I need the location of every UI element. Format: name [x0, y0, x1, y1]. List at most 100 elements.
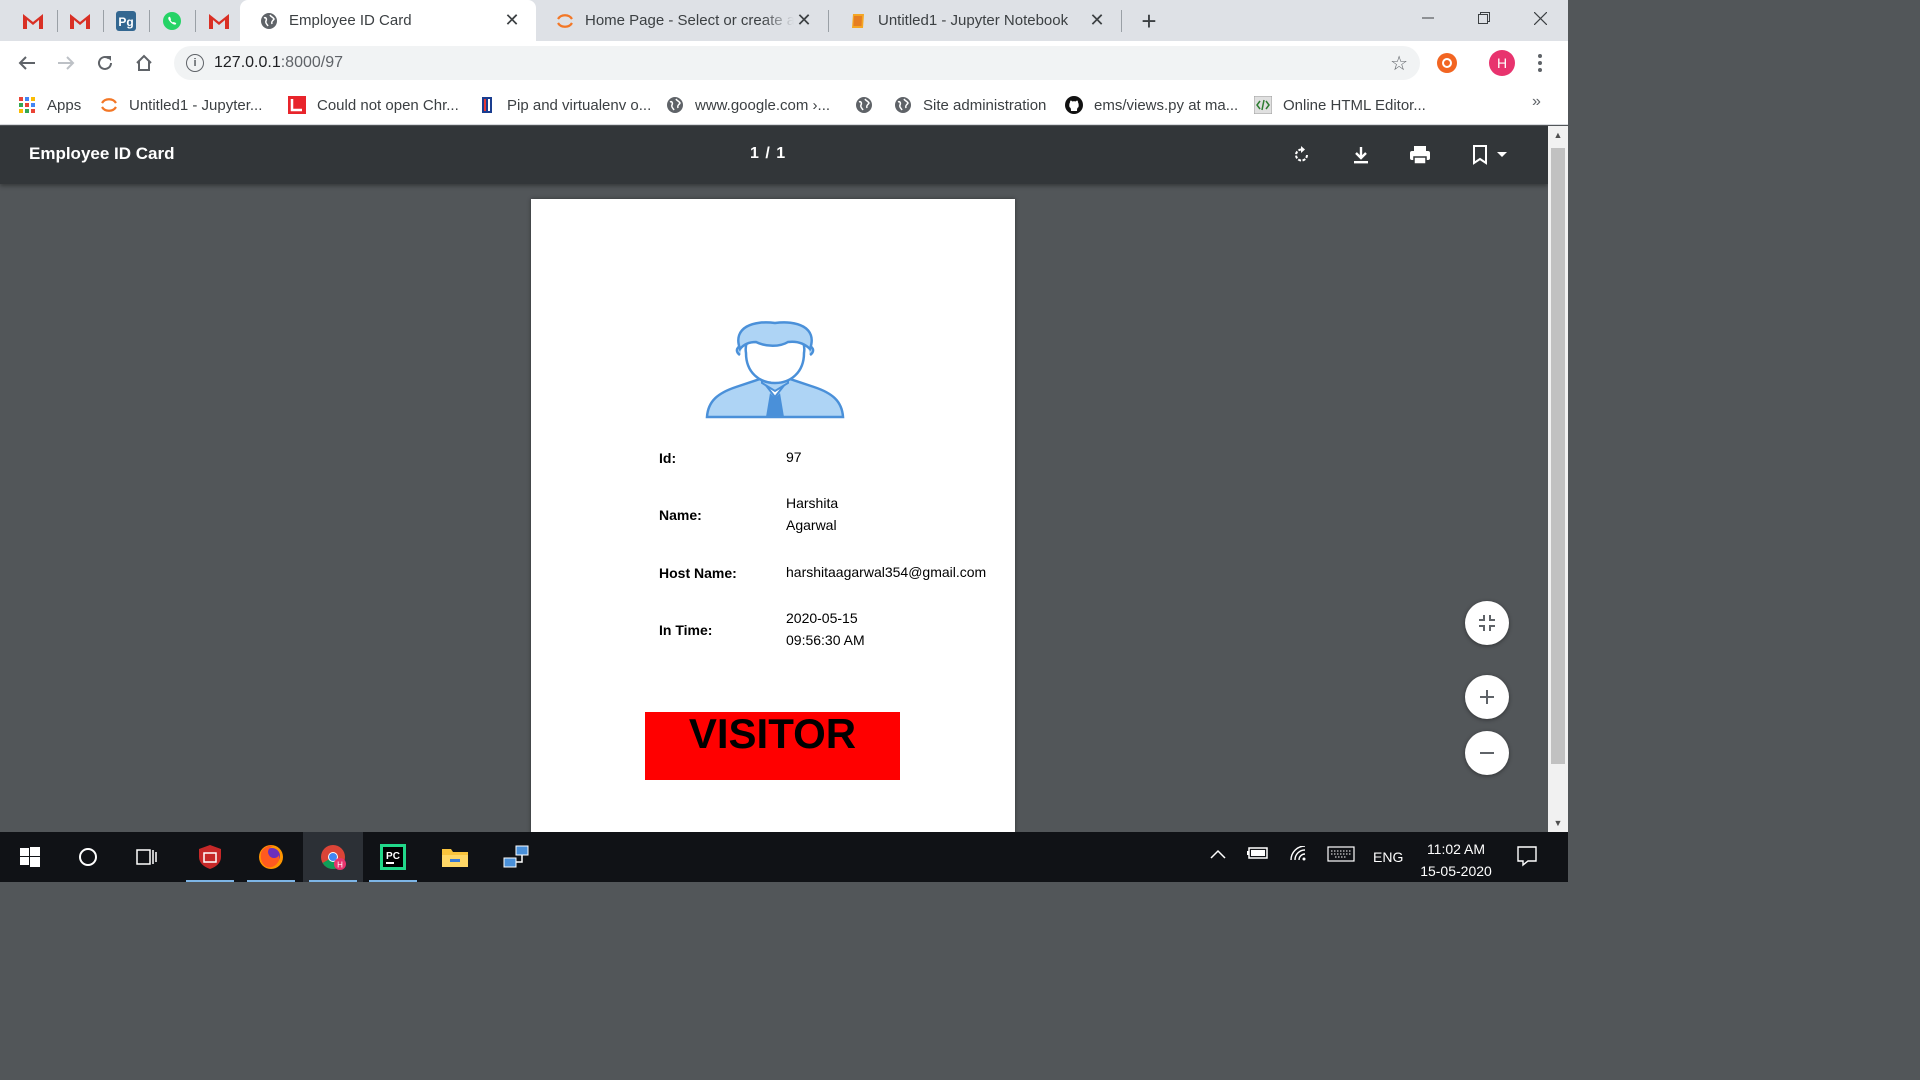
zoom-in-button[interactable]: [1465, 675, 1509, 719]
fit-to-page-button[interactable]: [1465, 601, 1509, 645]
bookmark-label: Untitled1 - Jupyter...: [129, 96, 263, 114]
bookmark-ems-views[interactable]: ems/views.py at ma...: [1065, 93, 1238, 117]
windows-logo-icon: [20, 847, 40, 867]
pinned-tab-gmail-1[interactable]: [10, 6, 56, 36]
chevron-up-icon: [1210, 849, 1226, 859]
bookmark-apps[interactable]: Apps: [18, 93, 81, 117]
print-button[interactable]: [1405, 140, 1435, 170]
bookmark-pip-virtualenv[interactable]: Pip and virtualenv o...: [478, 93, 651, 117]
cortana-circle-icon: [79, 848, 97, 866]
svg-text:H: H: [337, 861, 343, 870]
vertical-scrollbar[interactable]: ▲ ▼: [1548, 126, 1568, 832]
clock-time: 11:02 AM: [1426, 841, 1486, 857]
windows-taskbar: H PC ENG 11:02 AM 15-05-2020: [0, 832, 1568, 882]
taskbar-app-chrome[interactable]: H: [303, 832, 363, 882]
html-editor-icon: [1254, 96, 1272, 114]
pinned-tab-pgadmin[interactable]: Pg: [103, 6, 149, 36]
address-bar[interactable]: i 127.0.0.1:8000/97 ☆: [174, 46, 1420, 80]
visitor-badge-text: VISITOR: [688, 710, 857, 757]
extension-icon[interactable]: [1437, 53, 1457, 73]
close-tab-icon[interactable]: ✕: [502, 10, 522, 31]
tab-employee-id-card[interactable]: Employee ID Card ✕: [240, 0, 536, 41]
pinned-tab-whatsapp[interactable]: [149, 6, 195, 36]
search-button[interactable]: [58, 832, 118, 882]
battery-icon[interactable]: [1247, 846, 1269, 863]
minimize-icon: [1422, 17, 1434, 19]
pinned-tab-gmail-2[interactable]: [57, 6, 103, 36]
taskbar-app-firefox[interactable]: [241, 832, 301, 882]
bookmark-html-editor[interactable]: Online HTML Editor...: [1254, 93, 1426, 117]
wifi-icon[interactable]: [1289, 845, 1309, 865]
bookmark-label: ems/views.py at ma...: [1094, 96, 1239, 114]
keyboard-icon[interactable]: [1327, 846, 1355, 865]
bookmark-red-icon: [288, 96, 306, 114]
rotate-icon: [1295, 146, 1308, 162]
shield-icon: [199, 845, 221, 869]
bookmark-icon: [1473, 145, 1487, 165]
bookmark-site-administration[interactable]: Site administration: [894, 93, 1046, 117]
bookmark-label: www.google.com ›...: [695, 96, 831, 114]
clock-date: 15-05-2020: [1420, 863, 1492, 879]
taskbar-app-network[interactable]: [486, 832, 546, 882]
in-time-label: In Time:: [659, 622, 713, 638]
show-hidden-icons[interactable]: [1210, 846, 1226, 862]
close-tab-icon[interactable]: ✕: [794, 10, 814, 31]
name-first: Harshita: [786, 495, 839, 511]
task-view-button[interactable]: [117, 832, 177, 882]
github-icon: [1065, 96, 1083, 114]
bookmark-menu-button[interactable]: [1465, 140, 1515, 170]
bookmark-globe[interactable]: [855, 93, 884, 117]
back-button[interactable]: [12, 48, 42, 78]
taskbar-app-file-explorer[interactable]: [425, 832, 485, 882]
url-text: 127.0.0.1:8000/97: [214, 54, 344, 71]
tab-title: Employee ID Card: [289, 12, 412, 29]
whatsapp-icon: [163, 12, 181, 30]
close-icon: [1533, 11, 1547, 25]
new-tab-button[interactable]: +: [1134, 6, 1164, 36]
network-icon: [503, 845, 529, 868]
download-button[interactable]: [1346, 140, 1376, 170]
scroll-up-icon[interactable]: ▲: [1553, 130, 1563, 140]
id-value: 97: [786, 449, 802, 465]
fit-page-icon: [1479, 615, 1495, 631]
name-last: Agarwal: [786, 517, 837, 533]
system-clock[interactable]: 11:02 AM 15-05-2020: [1410, 838, 1502, 882]
bookmark-could-not-open[interactable]: Could not open Chr...: [288, 93, 459, 117]
taskbar-app-antivirus[interactable]: [180, 832, 240, 882]
bookmark-jupyter[interactable]: Untitled1 - Jupyter...: [100, 93, 262, 117]
taskbar-app-pycharm[interactable]: PC: [363, 832, 423, 882]
browser-menu-icon[interactable]: [1532, 51, 1548, 75]
minus-icon: [1480, 752, 1494, 754]
zoom-out-button[interactable]: [1465, 731, 1509, 775]
home-icon: [136, 54, 152, 71]
more-bookmarks-chevron-icon[interactable]: »: [1532, 93, 1541, 111]
tab-jupyter-notebook[interactable]: Untitled1 - Jupyter Notebook ✕: [829, 0, 1121, 41]
rotate-button[interactable]: [1287, 140, 1317, 170]
pinned-tab-gmail-3[interactable]: [196, 6, 242, 36]
restore-button[interactable]: [1456, 0, 1512, 36]
globe-icon: [894, 96, 912, 114]
bookmark-star-icon[interactable]: ☆: [1390, 51, 1408, 76]
profile-avatar[interactable]: H: [1489, 50, 1515, 76]
start-button[interactable]: [0, 832, 60, 882]
forward-arrow-icon: [58, 56, 75, 70]
browser-toolbar: i 127.0.0.1:8000/97 ☆ H: [0, 41, 1568, 85]
close-tab-icon[interactable]: ✕: [1087, 10, 1107, 31]
language-indicator[interactable]: ENG: [1373, 849, 1403, 865]
forward-button[interactable]: [51, 48, 81, 78]
python-icon: [478, 96, 496, 114]
pdf-document-title: Employee ID Card: [29, 144, 175, 163]
tab-home-page[interactable]: Home Page - Select or create a n ✕: [536, 0, 828, 41]
home-button[interactable]: [129, 48, 159, 78]
pdf-page-counter: 1 / 1: [750, 145, 787, 162]
svg-text:Pg: Pg: [118, 15, 133, 29]
reload-button[interactable]: [90, 48, 120, 78]
in-time-date: 2020-05-15: [786, 610, 858, 626]
scroll-thumb[interactable]: [1551, 148, 1565, 764]
close-window-button[interactable]: [1512, 0, 1568, 36]
site-info-icon[interactable]: i: [186, 54, 204, 72]
minimize-button[interactable]: [1400, 0, 1456, 36]
scroll-down-icon[interactable]: ▼: [1553, 818, 1563, 828]
bookmark-google[interactable]: www.google.com ›...: [666, 93, 830, 117]
notification-center-icon[interactable]: [1516, 845, 1538, 870]
